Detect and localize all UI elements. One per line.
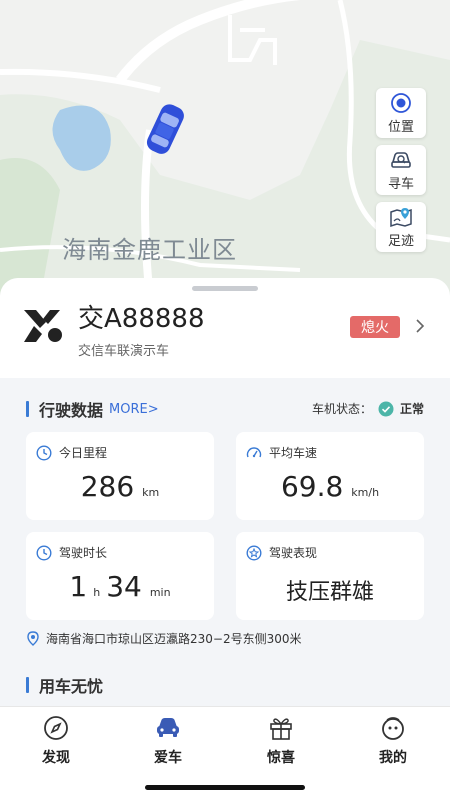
tab-label: 惊喜 <box>267 750 295 766</box>
today-mileage-card[interactable]: 今日里程 286 km <box>26 432 214 520</box>
map-region-label: 海南金鹿工业区 <box>62 236 237 264</box>
duration-minutes: 34 <box>106 570 142 603</box>
more-link[interactable]: MORE> <box>109 402 159 417</box>
check-circle-icon <box>378 401 394 416</box>
drive-duration-card[interactable]: 驾驶时长 1 h 34 min <box>26 532 214 620</box>
car-icon <box>157 718 179 737</box>
tab-label: 我的 <box>379 750 407 766</box>
address-text: 海南省海口市琼山区迈瀛路230−2号东侧300米 <box>46 632 302 646</box>
vehicle-address[interactable]: 海南省海口市琼山区迈瀛路230−2号东侧300米 <box>26 630 302 647</box>
footprint-button[interactable]: 足迹 <box>376 202 426 252</box>
tab-label: 爱车 <box>154 750 182 766</box>
locate-label: 位置 <box>387 119 414 135</box>
engine-status-badge: 熄火 <box>350 316 400 338</box>
stat-label: 平均车速 <box>269 446 318 460</box>
tab-surprise[interactable]: 惊喜 <box>241 715 321 767</box>
locate-button[interactable]: 位置 <box>376 88 426 138</box>
stat-label: 今日里程 <box>59 446 108 460</box>
head-unit-status: 车机状态： 正常 <box>312 400 424 417</box>
tab-discover[interactable]: 发现 <box>16 715 96 767</box>
stat-value: 286 <box>80 470 135 503</box>
profile-icon <box>382 717 404 740</box>
stat-unit: km/h <box>351 486 380 499</box>
driving-data-header: 行驶数据 MORE> <box>26 400 159 420</box>
head-unit-status-label: 车机状态： <box>311 402 372 416</box>
star-icon <box>246 544 262 561</box>
license-plate: 交A88888 <box>78 304 205 334</box>
stat-label: 驾驶表现 <box>269 546 318 560</box>
vehicle-sheet: 交A88888 交信车联演示车 熄火 行驶数据 MORE> 车机状态： 正常 今… <box>0 278 450 708</box>
clock-icon <box>36 544 52 561</box>
vehicle-name: 交信车联演示车 <box>78 344 170 359</box>
minutes-unit: min <box>149 586 171 599</box>
speedometer-icon <box>246 446 262 457</box>
gift-icon <box>270 718 292 740</box>
location-pin-icon <box>27 630 39 646</box>
brand-logo-icon <box>24 310 62 342</box>
sheet-drag-handle[interactable] <box>192 286 258 291</box>
duration-hours: 1 <box>69 570 88 603</box>
stat-value: 69.8 <box>280 470 344 503</box>
head-unit-status-value: 正常 <box>399 402 424 416</box>
compass-icon <box>44 716 68 740</box>
car-care-header: 用车无忧 <box>26 676 104 696</box>
driving-performance-card[interactable]: 驾驶表现 技压群雄 <box>236 532 424 620</box>
section-accent-bar <box>26 677 29 693</box>
stat-unit: km <box>142 486 160 499</box>
hours-unit: h <box>93 586 101 599</box>
find-car-button[interactable]: 寻车 <box>376 145 426 195</box>
find-car-label: 寻车 <box>387 176 414 192</box>
avg-speed-card[interactable]: 平均车速 69.8 km/h <box>236 432 424 520</box>
clock-icon <box>36 444 52 461</box>
car-location-icon[interactable] <box>140 100 190 160</box>
chevron-right-icon[interactable] <box>414 318 426 334</box>
find-car-icon <box>391 151 411 168</box>
footprint-icon <box>390 207 412 227</box>
section-title: 行驶数据 <box>39 401 104 420</box>
locate-icon <box>391 92 411 113</box>
tab-mine[interactable]: 我的 <box>353 715 433 767</box>
stat-value: 技压群雄 <box>285 580 374 605</box>
tab-label: 发现 <box>42 750 70 766</box>
footprint-label: 足迹 <box>387 233 414 249</box>
section-accent-bar <box>26 401 29 417</box>
bottom-tab-bar: 发现 爱车 惊喜 我的 <box>0 706 450 800</box>
home-indicator <box>145 785 305 790</box>
section-title: 用车无忧 <box>39 677 104 696</box>
vehicle-card[interactable]: 交A88888 交信车联演示车 熄火 <box>0 278 450 378</box>
map-controls: 位置 寻车 足迹 <box>376 88 426 259</box>
map-view[interactable]: 海南金鹿工业区 位置 寻车 足迹 <box>0 0 450 300</box>
stat-label: 驾驶时长 <box>59 546 108 560</box>
tab-my-car[interactable]: 爱车 <box>128 715 208 767</box>
